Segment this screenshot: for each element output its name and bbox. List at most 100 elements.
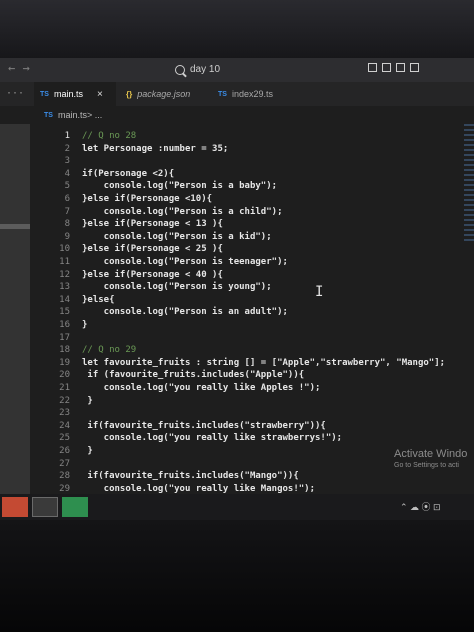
- code-text: if(favourite_fruits.includes("strawberry…: [82, 420, 326, 431]
- search-text: day 10: [190, 64, 221, 75]
- nav-arrows[interactable]: ← →: [8, 61, 30, 75]
- watermark-title: Activate Windo: [394, 448, 468, 460]
- code-line[interactable]: 21 console.log("you really like Apples !…: [30, 382, 474, 395]
- customize-layout-icon[interactable]: [410, 63, 419, 72]
- code-line[interactable]: 23: [30, 407, 474, 420]
- line-number: 16: [59, 320, 70, 330]
- code-line[interactable]: 1 // Q no 28: [30, 130, 474, 143]
- toggle-panel-icon[interactable]: [382, 63, 391, 72]
- code-line[interactable]: 29 console.log("you really like Mangos!"…: [30, 483, 474, 494]
- code-text: }else if(Personage < 13 ){: [82, 219, 223, 230]
- code-line[interactable]: 25 console.log("you really like strawber…: [30, 432, 474, 445]
- search-icon: [175, 64, 185, 75]
- system-tray[interactable]: ⌃ ☁ ⦿ ⊡: [400, 500, 441, 513]
- line-number: 22: [59, 395, 70, 406]
- room-background-bottom: [0, 520, 474, 632]
- code-line[interactable]: 13 console.log("Person is young");: [30, 281, 474, 294]
- line-number: 1: [64, 131, 70, 141]
- code-line[interactable]: 20 if (favourite_fruits.includes("Apple"…: [30, 369, 474, 382]
- code-text: let favourite_fruits : string [] = ["App…: [82, 357, 446, 368]
- code-text: // Q no 29: [82, 345, 137, 356]
- line-number: 4: [64, 168, 70, 179]
- breadcrumb-file[interactable]: main.ts: [58, 110, 87, 120]
- code-line[interactable]: 22 }: [30, 395, 474, 408]
- code-line[interactable]: 3: [30, 155, 474, 168]
- code-line[interactable]: 15 console.log("Person is an adult");: [30, 306, 474, 319]
- code-line[interactable]: 18 // Q no 29: [30, 344, 474, 357]
- code-line[interactable]: 9 console.log("Person is a kid");: [30, 231, 474, 244]
- code-line[interactable]: 28 if(favourite_fruits.includes("Mango")…: [30, 470, 474, 483]
- code-text: }else if(Personage < 25 ){: [82, 244, 223, 255]
- close-icon[interactable]: ×: [97, 89, 103, 100]
- code-text: console.log("Person is young");: [82, 282, 272, 293]
- line-number: 10: [59, 244, 70, 255]
- code-line[interactable]: 19 let favourite_fruits : string [] = ["A…: [30, 357, 474, 370]
- line-number: 6: [64, 194, 70, 204]
- code-line[interactable]: 16}: [30, 319, 474, 332]
- line-number: 13: [59, 282, 70, 293]
- code-text: console.log("Person is a kid");: [82, 231, 272, 242]
- tab-index29-ts[interactable]: TS index29.ts: [214, 82, 294, 106]
- taskbar-app-icon[interactable]: [32, 497, 58, 517]
- code-text: console.log("Person is teenager");: [82, 257, 288, 267]
- command-search-box[interactable]: day 10: [115, 61, 355, 78]
- activate-windows-watermark: Activate Windo Go to Settings to acti: [394, 448, 467, 469]
- code-text: if(favourite_fruits.includes("Mango")){: [82, 471, 299, 482]
- line-number: 18: [59, 345, 70, 356]
- code-text: console.log("Person is an adult");: [82, 307, 288, 318]
- code-line[interactable]: 2 let Personage :number = 35;: [30, 143, 474, 156]
- watermark-subtitle: Go to Settings to acti: [394, 462, 459, 469]
- code-line[interactable]: 7 console.log("Person is a child");: [30, 206, 474, 219]
- breadcrumb: TS main.ts > ...: [0, 106, 474, 124]
- code-text: if(Personage <2){: [82, 168, 175, 179]
- line-number: 25: [59, 433, 70, 444]
- code-text: // Q no 28: [82, 131, 137, 141]
- more-actions-icon[interactable]: ···: [6, 88, 24, 99]
- typescript-icon: TS: [218, 90, 227, 98]
- code-text: console.log("you really like strawberrys…: [82, 433, 343, 444]
- code-text: let Personage :number = 35;: [82, 143, 229, 154]
- line-number: 7: [64, 206, 70, 217]
- code-text: }: [82, 395, 93, 406]
- activity-bar-selection: [0, 224, 30, 229]
- code-line[interactable]: 12}else if(Personage < 40 ){: [30, 269, 474, 282]
- tab-bar: ··· TS main.ts × {} package.json TS inde…: [0, 82, 474, 106]
- title-bar: ← → day 10: [0, 58, 474, 82]
- line-number: 5: [64, 181, 70, 192]
- code-line[interactable]: 14}else{: [30, 294, 474, 307]
- code-line[interactable]: 10 }else if(Personage < 25 ){: [30, 243, 474, 256]
- toggle-secondary-sidebar-icon[interactable]: [396, 63, 405, 72]
- taskbar-app-icon[interactable]: [62, 497, 88, 517]
- code-editor[interactable]: I 1// Q no 28 2 let Personage :number = 35…: [30, 124, 474, 494]
- code-line[interactable]: 4 if(Personage <2){: [30, 168, 474, 181]
- line-number: 14: [59, 294, 70, 305]
- code-line[interactable]: 5 console.log("Person is a baby");: [30, 180, 474, 193]
- tab-main-ts[interactable]: TS main.ts ×: [34, 82, 116, 106]
- tab-label: index29.ts: [231, 89, 273, 99]
- taskbar-app-icon[interactable]: [2, 497, 28, 517]
- code-text: console.log("you really like Apples !");: [82, 383, 321, 393]
- code-line[interactable]: 17: [30, 332, 474, 345]
- code-text: }else if(Personage <10){: [82, 194, 213, 204]
- toggle-sidebar-icon[interactable]: [368, 63, 377, 72]
- tab-package-json[interactable]: {} package.json: [122, 82, 210, 106]
- room-background-top: [0, 0, 474, 58]
- line-number: 23: [59, 408, 70, 419]
- line-number: 2: [64, 143, 70, 154]
- code-text: console.log("you really like Mangos!");: [82, 483, 315, 494]
- code-line[interactable]: 24 if(favourite_fruits.includes("strawbe…: [30, 420, 474, 433]
- taskbar: ⌃ ☁ ⦿ ⊡: [0, 494, 474, 520]
- line-number: 26: [59, 446, 70, 456]
- code-line[interactable]: 8 }else if(Personage < 13 ){: [30, 218, 474, 231]
- tab-label: package.json: [137, 89, 191, 99]
- json-icon: {}: [126, 89, 133, 99]
- typescript-icon: TS: [44, 111, 53, 119]
- line-number: 9: [64, 231, 70, 242]
- line-number: 28: [59, 471, 70, 482]
- line-number: 8: [64, 219, 70, 230]
- code-line[interactable]: 6 }else if(Personage <10){: [30, 193, 474, 206]
- line-number: 19: [59, 357, 70, 368]
- line-number: 29: [59, 483, 70, 494]
- code-line[interactable]: 11 console.log("Person is teenager");: [30, 256, 474, 269]
- line-number: 24: [59, 420, 70, 431]
